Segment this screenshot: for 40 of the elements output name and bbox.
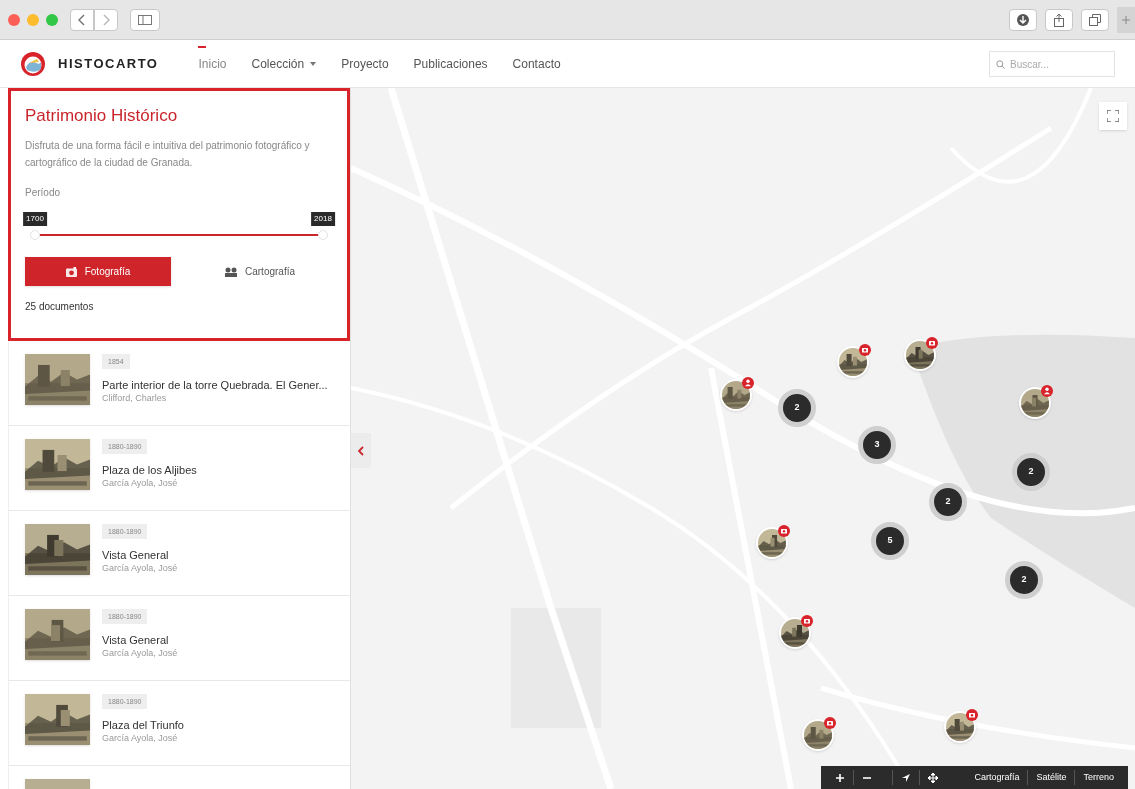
type-tab[interactable]: Fotografía — [25, 257, 171, 286]
document-title: Plaza del Triunfo — [102, 718, 184, 732]
document-author: García Ayola, José — [102, 732, 178, 744]
document-author: Clifford, Charles — [102, 392, 167, 404]
document-author: García Ayola, José — [102, 647, 178, 659]
nav-link[interactable]: Inicio — [198, 54, 227, 73]
share-button[interactable] — [1045, 8, 1073, 31]
forward-icon — [102, 13, 110, 26]
panel-title: Patrimonio Histórico — [25, 105, 179, 127]
logo-text: HISTOCARTO — [58, 54, 159, 73]
share-icon — [1052, 12, 1066, 27]
document-author: García Ayola, José — [102, 562, 178, 574]
period-label: Período — [25, 186, 62, 200]
panel-description: Disfruta de una forma fácil e intuitiva del patrimonio fotográfico y cartográfico de la ciudad de Granada. — [25, 139, 311, 170]
plus-icon — [1121, 14, 1131, 25]
nav-link[interactable]: Colección — [251, 54, 317, 73]
search-field[interactable]: Buscar... — [989, 51, 1115, 77]
logo-icon — [20, 50, 46, 77]
download-button[interactable] — [1009, 8, 1037, 31]
slider-handle[interactable] — [30, 230, 40, 240]
document-title: Vista General — [102, 633, 169, 647]
slider-handle[interactable] — [318, 230, 328, 240]
tabs-button[interactable] — [1081, 8, 1109, 31]
search-icon — [996, 59, 1005, 69]
nav-link[interactable]: Proyecto — [341, 54, 389, 73]
handle-value: 2018 — [311, 212, 335, 226]
document-title: Plaza de los Aljibes — [102, 463, 197, 477]
document-count: 25 documentos — [25, 300, 95, 314]
sidebar-button[interactable] — [130, 8, 160, 31]
sidebar-icon — [138, 14, 152, 25]
document-author: García Ayola, José — [102, 477, 178, 489]
camera-icon — [65, 266, 77, 277]
handle-value: 1700 — [23, 212, 47, 226]
tabs-icon — [1088, 12, 1102, 27]
nav-link[interactable]: Contacto — [512, 54, 561, 73]
nav-link[interactable]: Publicaciones — [413, 54, 488, 73]
download-icon — [1016, 12, 1030, 27]
back-icon — [78, 13, 86, 26]
document-title: Parte interior de la torre Quebrada. El Gener... — [102, 378, 328, 392]
document-title: Vista General — [102, 548, 169, 562]
